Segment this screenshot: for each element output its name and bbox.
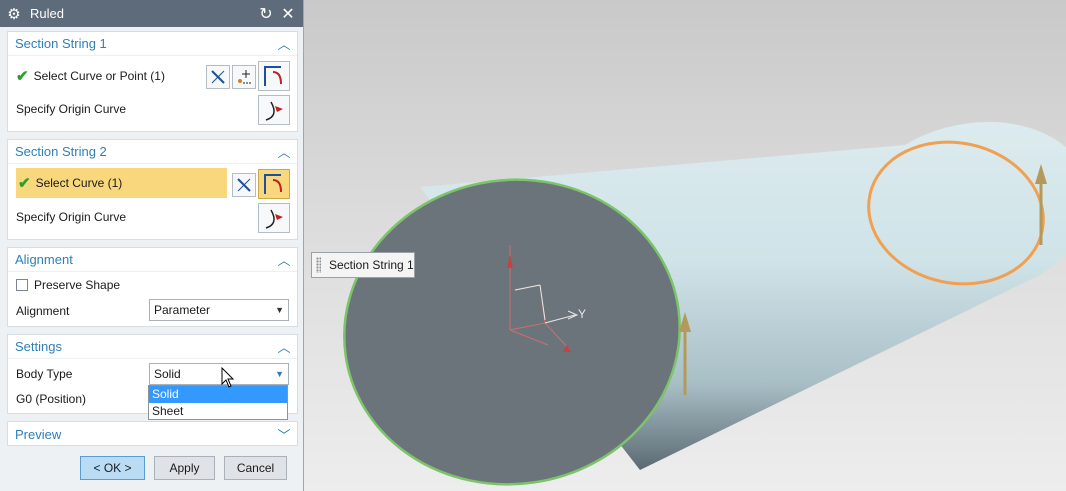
curve-rule-button[interactable] (206, 65, 230, 89)
section-string-2-header[interactable]: Section String 2 ︿ (8, 140, 297, 164)
tooltip-label: Section String 1 (329, 258, 414, 272)
chevron-down-icon[interactable]: ﹀ (278, 428, 291, 443)
chevron-up-icon[interactable]: ︿ (278, 145, 291, 160)
body-type-label: Body Type (16, 367, 73, 381)
drag-grip-icon[interactable] (316, 257, 321, 273)
section-builder-button-2[interactable] (258, 169, 290, 199)
specify-origin-curve-label: Specify Origin Curve (16, 102, 127, 116)
g0-position-label: G0 (Position) (16, 392, 87, 406)
origin-curve-button-1[interactable] (258, 95, 290, 125)
alignment-group: Alignment ︿ Preserve Shape Alignment Par… (7, 247, 298, 327)
select-curve-row[interactable]: ✔ Select Curve (1) (16, 168, 227, 198)
alignment-title: Alignment (15, 252, 73, 267)
section-string-tooltip[interactable]: Section String 1 (311, 252, 415, 278)
reset-icon[interactable]: ↻ (257, 5, 275, 23)
section-string-1-header[interactable]: Section String 1 ︿ (8, 32, 297, 56)
select-curve-or-point-label: Select Curve or Point (1) (33, 69, 165, 83)
cancel-button[interactable]: Cancel (224, 456, 287, 480)
specify-origin-curve-label: Specify Origin Curve (16, 210, 127, 224)
curve-rule-icon (237, 178, 251, 192)
settings-title: Settings (15, 339, 62, 354)
origin-curve-icon (265, 101, 283, 121)
preview-group: Preview ﹀ (7, 421, 298, 446)
check-icon: ✔ (18, 175, 31, 192)
close-icon[interactable]: ✕ (279, 5, 297, 23)
body-type-select[interactable]: Solid ▼ (149, 363, 289, 385)
point-icon (238, 70, 251, 84)
section-builder-button[interactable] (258, 61, 290, 91)
option-solid[interactable]: Solid (149, 386, 287, 403)
specify-origin-curve-row-1: Specify Origin Curve (8, 94, 297, 124)
section-string-1-title: Section String 1 (15, 36, 107, 51)
alignment-value: Parameter (154, 303, 211, 317)
select-curve-label: Select Curve (1) (35, 176, 123, 190)
mouse-cursor-icon (221, 367, 235, 388)
origin-curve-icon (265, 209, 283, 229)
chevron-up-icon[interactable]: ︿ (278, 37, 291, 52)
alignment-label: Alignment (16, 304, 70, 318)
ruled-dialog: ⚙ Ruled ↻ ✕ Section String 1 ︿ ✔ Select … (0, 0, 304, 491)
chevron-down-icon: ▼ (275, 369, 284, 379)
y-axis-label: Y (578, 307, 586, 321)
chevron-up-icon[interactable]: ︿ (278, 253, 291, 268)
point-dialog-button[interactable] (232, 65, 256, 89)
section-curve-icon (264, 174, 282, 194)
alignment-header[interactable]: Alignment ︿ (8, 248, 297, 272)
gear-icon: ⚙ (7, 5, 21, 23)
body-type-value: Solid (154, 367, 181, 381)
alignment-select[interactable]: Parameter ▼ (149, 299, 289, 321)
preview-title: Preview (15, 426, 62, 442)
apply-button[interactable]: Apply (154, 456, 215, 480)
section-string-2-group: Section String 2 ︿ ✔ Select Curve (1) Sp… (7, 139, 298, 240)
curve-rule-button-2[interactable] (232, 173, 256, 197)
settings-header[interactable]: Settings ︿ (8, 335, 297, 359)
section-string-2-title: Section String 2 (15, 144, 107, 159)
section-string-1-group: Section String 1 ︿ ✔ Select Curve or Poi… (7, 31, 298, 132)
preserve-shape-label: Preserve Shape (34, 278, 121, 292)
section-curve-icon (264, 66, 282, 86)
check-icon: ✔ (16, 68, 29, 85)
origin-curve-button-2[interactable] (258, 203, 290, 233)
dialog-titlebar[interactable]: ⚙ Ruled ↻ ✕ (0, 0, 303, 27)
chevron-up-icon[interactable]: ︿ (278, 340, 291, 355)
curve-rule-icon (211, 70, 225, 84)
preview-header[interactable]: Preview ﹀ (8, 422, 297, 446)
ok-button[interactable]: < OK > (80, 456, 145, 480)
option-sheet[interactable]: Sheet (149, 403, 287, 420)
specify-origin-curve-row-2: Specify Origin Curve (8, 202, 297, 232)
chevron-down-icon: ▼ (275, 305, 284, 315)
dialog-title: Ruled (30, 6, 64, 21)
body-type-dropdown[interactable]: Solid Sheet (148, 385, 288, 420)
preserve-shape-row[interactable]: Preserve Shape (8, 272, 297, 298)
preserve-shape-checkbox[interactable] (16, 279, 28, 291)
